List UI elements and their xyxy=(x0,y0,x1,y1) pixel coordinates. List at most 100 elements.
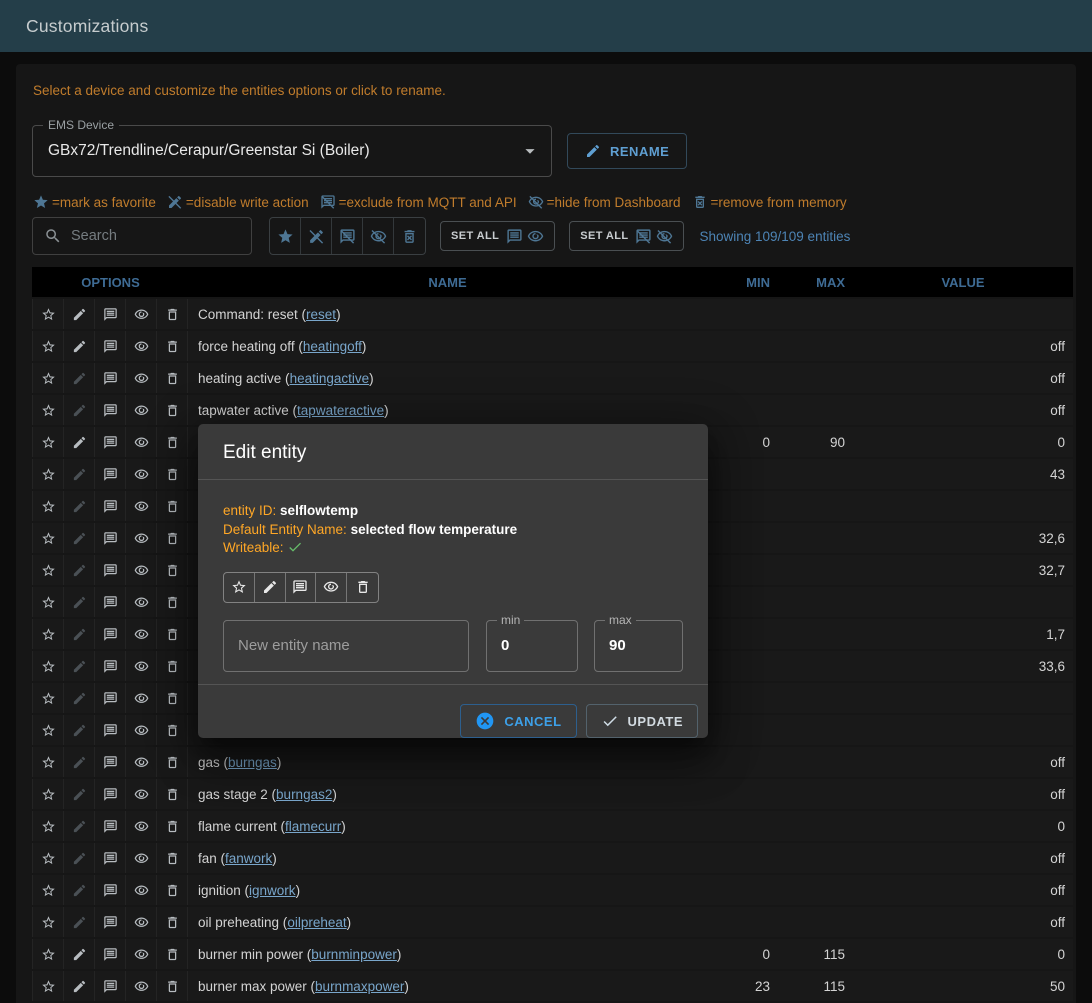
comment-option-toggle[interactable] xyxy=(95,939,126,969)
star-option-toggle[interactable] xyxy=(33,491,64,521)
comment-option-toggle[interactable] xyxy=(95,523,126,553)
eye-option-toggle[interactable] xyxy=(126,587,157,617)
entity-id-link[interactable]: burnmaxpower xyxy=(315,979,404,994)
eye-option-toggle[interactable] xyxy=(126,651,157,681)
eye-option-toggle[interactable] xyxy=(126,523,157,553)
delete-option-toggle[interactable] xyxy=(157,619,188,649)
edit-option-toggle[interactable] xyxy=(64,459,95,489)
delete-forever-filter-toggle[interactable] xyxy=(394,218,425,254)
cancel-button[interactable]: CANCEL xyxy=(460,704,576,738)
delete-option-toggle[interactable] xyxy=(157,363,188,393)
entity-id-link[interactable]: burnminpower xyxy=(311,947,397,962)
star-filled-filter-toggle[interactable] xyxy=(270,218,301,254)
star-option-toggle[interactable] xyxy=(33,523,64,553)
table-row[interactable]: flame current (flamecurr)0 xyxy=(32,811,1073,841)
entity-id-link[interactable]: oilpreheat xyxy=(287,915,346,930)
star-option-toggle[interactable] xyxy=(33,363,64,393)
star-option-toggle[interactable] xyxy=(33,875,64,905)
comment-option-toggle[interactable] xyxy=(95,907,126,937)
eye-entity-toggle[interactable] xyxy=(316,573,347,602)
star-option-toggle[interactable] xyxy=(33,459,64,489)
delete-option-toggle[interactable] xyxy=(157,779,188,809)
star-option-toggle[interactable] xyxy=(33,619,64,649)
comment-entity-toggle[interactable] xyxy=(286,573,317,602)
delete-option-toggle[interactable] xyxy=(157,811,188,841)
edit-option-toggle[interactable] xyxy=(64,651,95,681)
comment-option-toggle[interactable] xyxy=(95,715,126,745)
entity-id-link[interactable]: fanwork xyxy=(225,851,272,866)
eye-option-toggle[interactable] xyxy=(126,363,157,393)
edit-option-toggle[interactable] xyxy=(64,427,95,457)
comment-option-toggle[interactable] xyxy=(95,971,126,1001)
star-option-toggle[interactable] xyxy=(33,779,64,809)
delete-option-toggle[interactable] xyxy=(157,971,188,1001)
entity-id-link[interactable]: reset xyxy=(306,307,336,322)
table-row[interactable]: force heating off (heatingoff)off xyxy=(32,331,1073,361)
edit-entity-toggle[interactable] xyxy=(255,573,286,602)
comment-option-toggle[interactable] xyxy=(95,843,126,873)
delete-option-toggle[interactable] xyxy=(157,875,188,905)
set-all-show-button[interactable]: SET ALL xyxy=(440,221,555,251)
delete-option-toggle[interactable] xyxy=(157,683,188,713)
edit-option-toggle[interactable] xyxy=(64,299,95,329)
star-option-toggle[interactable] xyxy=(33,843,64,873)
entity-id-link[interactable]: heatingactive xyxy=(290,371,370,386)
comment-option-toggle[interactable] xyxy=(95,363,126,393)
edit-option-toggle[interactable] xyxy=(64,907,95,937)
delete-option-toggle[interactable] xyxy=(157,747,188,777)
comment-option-toggle[interactable] xyxy=(95,747,126,777)
table-row[interactable]: fan (fanwork)off xyxy=(32,843,1073,873)
edit-option-toggle[interactable] xyxy=(64,683,95,713)
comment-option-toggle[interactable] xyxy=(95,651,126,681)
delete-option-toggle[interactable] xyxy=(157,395,188,425)
delete-option-toggle[interactable] xyxy=(157,715,188,745)
star-option-toggle[interactable] xyxy=(33,427,64,457)
star-option-toggle[interactable] xyxy=(33,811,64,841)
eye-option-toggle[interactable] xyxy=(126,619,157,649)
edit-option-toggle[interactable] xyxy=(64,619,95,649)
edit-option-toggle[interactable] xyxy=(64,491,95,521)
comment-option-toggle[interactable] xyxy=(95,427,126,457)
eye-option-toggle[interactable] xyxy=(126,971,157,1001)
table-row[interactable]: ignition (ignwork)off xyxy=(32,875,1073,905)
delete-option-toggle[interactable] xyxy=(157,555,188,585)
delete-option-toggle[interactable] xyxy=(157,587,188,617)
comment-option-toggle[interactable] xyxy=(95,779,126,809)
min-input[interactable] xyxy=(487,637,577,654)
edit-option-toggle[interactable] xyxy=(64,875,95,905)
edit-option-toggle[interactable] xyxy=(64,331,95,361)
ems-device-select[interactable]: EMS Device GBx72/Trendline/Cerapur/Green… xyxy=(32,125,552,177)
eye-option-toggle[interactable] xyxy=(126,555,157,585)
eye-option-toggle[interactable] xyxy=(126,459,157,489)
delete-option-toggle[interactable] xyxy=(157,331,188,361)
delete-option-toggle[interactable] xyxy=(157,491,188,521)
entity-id-link[interactable]: flamecurr xyxy=(285,819,341,834)
eye-option-toggle[interactable] xyxy=(126,491,157,521)
edit-option-toggle[interactable] xyxy=(64,971,95,1001)
eye-option-toggle[interactable] xyxy=(126,427,157,457)
star-option-toggle[interactable] xyxy=(33,587,64,617)
comment-option-toggle[interactable] xyxy=(95,331,126,361)
edit-option-toggle[interactable] xyxy=(64,715,95,745)
edit-option-toggle[interactable] xyxy=(64,747,95,777)
delete-option-toggle[interactable] xyxy=(157,907,188,937)
edit-option-toggle[interactable] xyxy=(64,555,95,585)
comment-option-toggle[interactable] xyxy=(95,811,126,841)
entity-id-link[interactable]: burngas xyxy=(228,755,277,770)
table-row[interactable]: burner min power (burnminpower)01150 xyxy=(32,939,1073,969)
comment-option-toggle[interactable] xyxy=(95,299,126,329)
comment-option-toggle[interactable] xyxy=(95,459,126,489)
update-button[interactable]: UPDATE xyxy=(586,704,698,738)
eye-option-toggle[interactable] xyxy=(126,843,157,873)
comment-option-toggle[interactable] xyxy=(95,683,126,713)
star-option-toggle[interactable] xyxy=(33,651,64,681)
table-row[interactable]: Command: reset (reset) xyxy=(32,299,1073,329)
star-option-toggle[interactable] xyxy=(33,555,64,585)
eye-option-toggle[interactable] xyxy=(126,875,157,905)
comment-option-toggle[interactable] xyxy=(95,587,126,617)
star-option-toggle[interactable] xyxy=(33,395,64,425)
entity-id-link[interactable]: heatingoff xyxy=(303,339,362,354)
table-row[interactable]: tapwater active (tapwateractive)off xyxy=(32,395,1073,425)
edit-option-toggle[interactable] xyxy=(64,811,95,841)
table-row[interactable]: burner max power (burnmaxpower)2311550 xyxy=(32,971,1073,1001)
